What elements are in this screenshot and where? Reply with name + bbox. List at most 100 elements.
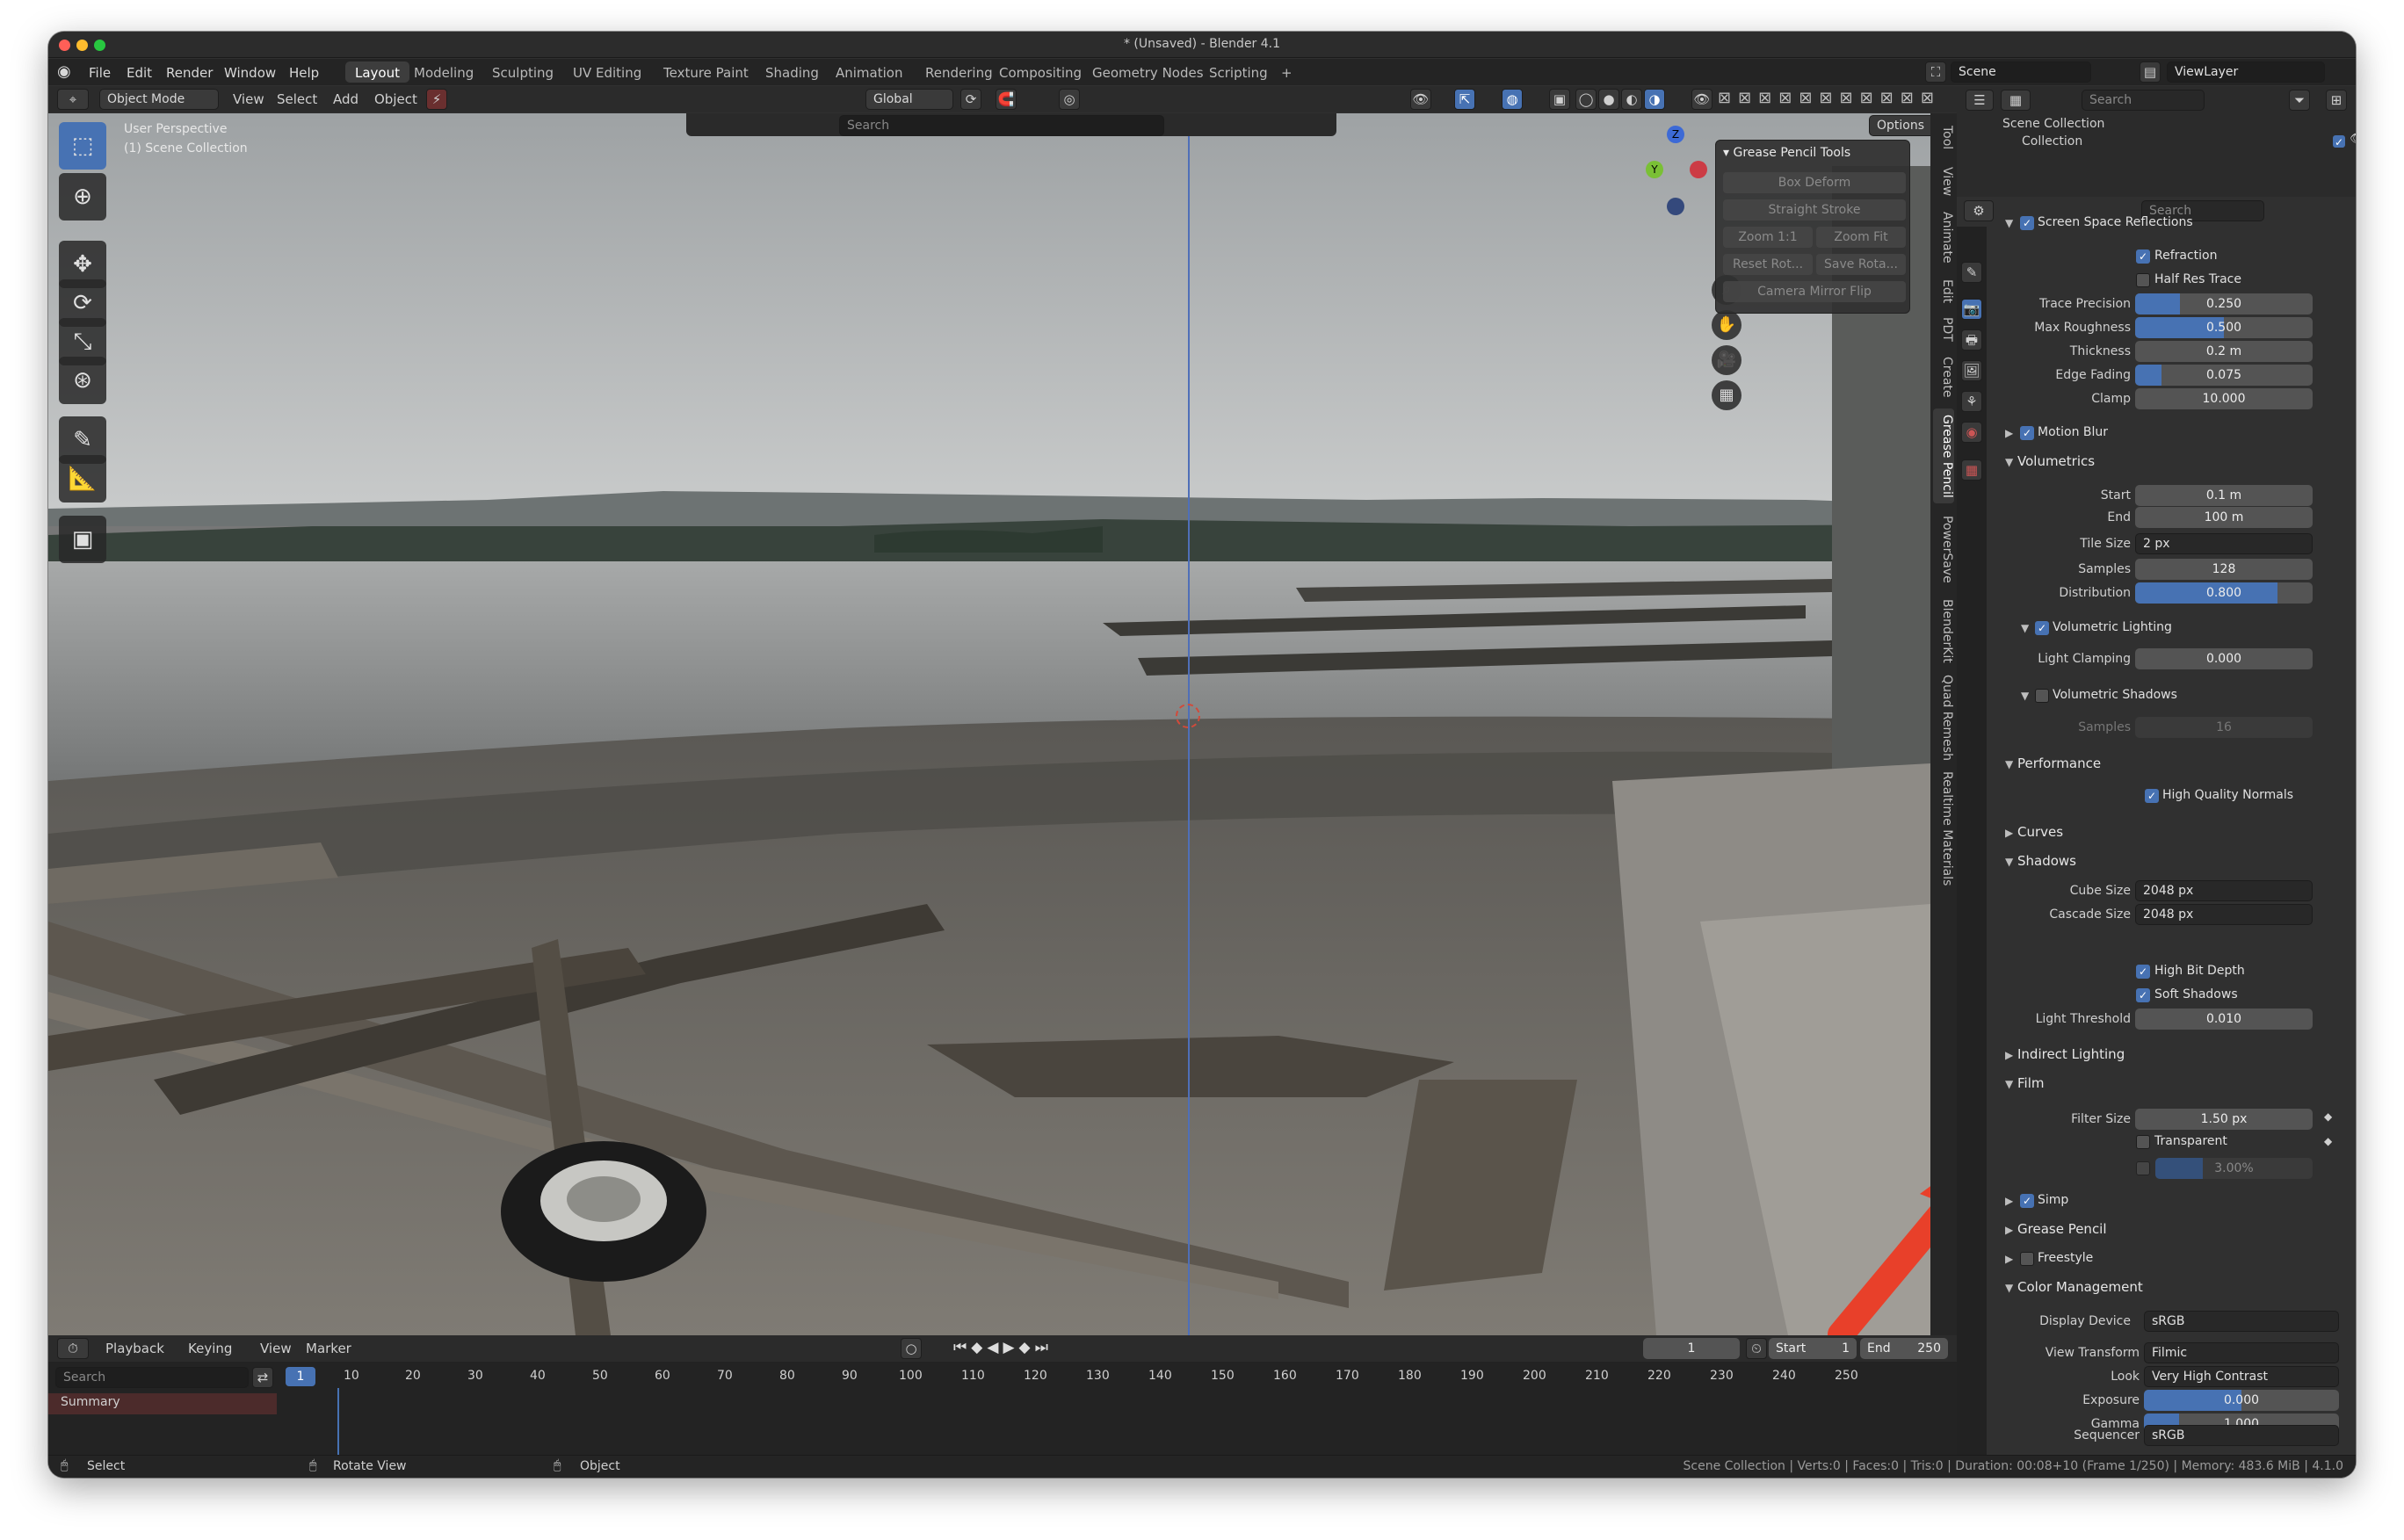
vol-shadows-checkbox[interactable] <box>2035 689 2049 703</box>
render-tab-icon[interactable]: 📷 <box>1961 299 1982 320</box>
shadows-panel-header[interactable]: ▼ Shadows <box>2005 853 2076 878</box>
volumetrics-panel-header[interactable]: ▼ Volumetrics <box>2005 453 2095 478</box>
sidebar-tab-pdt[interactable]: PDT <box>1933 314 1954 345</box>
sidebar-tab-blenderkit[interactable]: BlenderKit <box>1933 595 1954 667</box>
menu-edit[interactable]: Edit <box>127 65 152 81</box>
menu-add[interactable]: Add <box>333 91 358 107</box>
exposure-field[interactable]: 0.000 <box>2144 1390 2339 1411</box>
indirect-lighting-panel-header[interactable]: ▶ Indirect Lighting <box>2005 1046 2125 1071</box>
tab-sculpting[interactable]: Sculpting <box>482 61 563 83</box>
pan-view-icon[interactable]: ✋ <box>1712 310 1741 340</box>
outliner-scene-collection[interactable]: Scene Collection <box>2002 117 2104 131</box>
playback-controls[interactable]: ⏮◆◀▶◆⏭ <box>953 1339 1053 1356</box>
look-dropdown[interactable]: Very High Contrast <box>2144 1366 2339 1387</box>
3d-viewport[interactable]: User Perspective (1) Scene Collection ⬚ … <box>48 113 1930 1335</box>
editor-type-icon[interactable]: ⌖ <box>57 89 89 110</box>
sidebar-tab-tool[interactable]: Tool <box>1933 120 1954 155</box>
menu-timeline-view[interactable]: View <box>260 1341 292 1356</box>
menu-view[interactable]: View <box>233 91 264 107</box>
view-transform-dropdown[interactable]: Filmic <box>2144 1342 2339 1363</box>
cascade-size-dropdown[interactable]: 2048 px <box>2135 904 2313 925</box>
straight-stroke-button[interactable]: Straight Stroke <box>1723 199 1906 221</box>
gizmo-toggle-icon[interactable]: ⇱ <box>1454 89 1475 110</box>
gizmo-x-axis[interactable] <box>1690 161 1707 178</box>
timeline-frame-marker[interactable]: 1 <box>286 1367 315 1386</box>
edge-fading-field[interactable]: 0.075 <box>2135 365 2313 386</box>
options-button[interactable]: Options <box>1869 115 1930 136</box>
tool-tab-icon[interactable]: ✎ <box>1961 262 1982 283</box>
navigation-gizmo[interactable]: Z Y <box>1612 113 1718 236</box>
timeline-search[interactable]: Search <box>55 1367 249 1388</box>
tab-geometry-nodes[interactable]: Geometry Nodes <box>1083 61 1213 83</box>
reset-rotation-button[interactable]: Reset Rot... <box>1723 254 1813 275</box>
light-threshold-field[interactable]: 0.010 <box>2135 1009 2313 1030</box>
cube-size-dropdown[interactable]: 2048 px <box>2135 880 2313 901</box>
trace-precision-field[interactable]: 0.250 <box>2135 293 2313 315</box>
proportional-edit-icon[interactable]: ◎ <box>1059 89 1080 110</box>
output-tab-icon[interactable]: 🖶 <box>1961 329 1982 351</box>
sidebar-tab-realtime-materials[interactable]: Realtime Materials <box>1933 769 1954 888</box>
gizmo-neg-z[interactable] <box>1667 198 1684 215</box>
visibility-eye-icon[interactable]: 👁 <box>1691 89 1712 110</box>
tab-texture-paint[interactable]: Texture Paint <box>654 61 758 83</box>
high-bit-checkbox[interactable]: ✓ <box>2136 965 2150 979</box>
overlay-toggle-icon[interactable]: ◍ <box>1502 89 1523 110</box>
filter-size-field[interactable]: 1.50 px <box>2135 1109 2313 1130</box>
film-panel-header[interactable]: ▼ Film <box>2005 1075 2044 1100</box>
grease-pencil-panel-header[interactable]: ▶ Grease Pencil <box>2005 1221 2107 1246</box>
motion-blur-panel-header[interactable]: ▶ <box>2005 424 2017 449</box>
curves-panel-header[interactable]: ▶ Curves <box>2005 824 2063 849</box>
viewport-search[interactable]: Search <box>839 115 1164 136</box>
light-clamping-field[interactable]: 0.000 <box>2135 648 2313 669</box>
overscan-checkbox[interactable] <box>2136 1161 2150 1175</box>
preview-range-icon[interactable]: ⏲ <box>1746 1338 1767 1359</box>
tab-scripting[interactable]: Scripting <box>1199 61 1278 83</box>
box-deform-button[interactable]: Box Deform <box>1723 172 1906 193</box>
transparent-checkbox[interactable] <box>2136 1135 2150 1149</box>
material-shading-icon[interactable]: ◐ <box>1621 89 1642 110</box>
zoom-1-1-button[interactable]: Zoom 1:1 <box>1723 227 1813 248</box>
zoom-fit-button[interactable]: Zoom Fit <box>1816 227 1906 248</box>
sequencer-dropdown[interactable]: sRGB <box>2144 1425 2339 1446</box>
outliner-editor-icon[interactable]: ☰ <box>1966 90 1994 111</box>
menu-window[interactable]: Window <box>224 65 276 81</box>
menu-object[interactable]: Object <box>374 91 417 107</box>
sidebar-tab-powersave[interactable]: PowerSave <box>1933 510 1954 588</box>
gizmo-y-axis[interactable]: Y <box>1646 161 1663 178</box>
sidebar-tab-edit[interactable]: Edit <box>1933 275 1954 308</box>
collection-include-checkbox[interactable]: ✓ <box>2333 135 2345 148</box>
sidebar-tab-create[interactable]: Create <box>1933 352 1954 401</box>
ssr-panel-header[interactable]: ▼ <box>2005 214 2017 239</box>
transparent-keyframe-icon[interactable]: ◆ <box>2324 1135 2332 1147</box>
menu-select[interactable]: Select <box>277 91 317 107</box>
tab-layout[interactable]: Layout <box>345 61 409 83</box>
tab-compositing[interactable]: Compositing <box>989 61 1091 83</box>
timeline-editor-icon[interactable]: ⏱ <box>57 1338 89 1359</box>
performance-panel-header[interactable]: ▼ Performance <box>2005 756 2101 780</box>
restriction-icons[interactable]: ⊠⊠⊠⊠⊠⊠⊠⊠⊠⊠⊠ <box>1718 89 1941 107</box>
ortho-toggle-icon[interactable]: ▦ <box>1712 380 1741 410</box>
camera-view-icon[interactable]: 🎥 <box>1712 345 1741 375</box>
menu-playback[interactable]: Playback <box>105 1341 164 1356</box>
simplify-checkbox[interactable]: ✓ <box>2020 1194 2034 1208</box>
view-layer-selector[interactable]: ViewLayer <box>2167 61 2325 83</box>
tab-uv-editing[interactable]: UV Editing <box>563 61 651 83</box>
display-device-dropdown[interactable]: sRGB <box>2144 1311 2339 1332</box>
tab-animation[interactable]: Animation <box>826 61 912 83</box>
add-workspace-icon[interactable]: + <box>1271 61 1302 83</box>
new-collection-icon[interactable]: ⊞ <box>2326 90 2347 111</box>
mode-selector[interactable]: Object Mode <box>99 89 219 110</box>
tile-size-dropdown[interactable]: 2 px <box>2135 533 2313 554</box>
vol-lighting-subpanel[interactable]: ▼ <box>2021 619 2033 644</box>
world-tab-icon[interactable]: ◉ <box>1961 422 1982 443</box>
wireframe-shading-icon[interactable]: ◯ <box>1575 89 1597 110</box>
solid-shading-icon[interactable]: ● <box>1598 89 1619 110</box>
overscan-field[interactable]: 3.00% <box>2155 1158 2313 1179</box>
sidebar-tab-view[interactable]: View <box>1933 164 1954 199</box>
simplify-panel-header[interactable]: ▶ <box>2005 1192 2017 1217</box>
save-rotation-button[interactable]: Save Rota... <box>1816 254 1906 275</box>
max-roughness-field[interactable]: 0.500 <box>2135 317 2313 338</box>
timeline-ruler[interactable]: 1 10 20 30 40 50 60 70 80 90 100 110 120… <box>286 1367 1937 1388</box>
measure-tool-icon[interactable]: 📐 <box>59 455 106 502</box>
rendered-shading-icon[interactable]: ◑ <box>1644 89 1665 110</box>
